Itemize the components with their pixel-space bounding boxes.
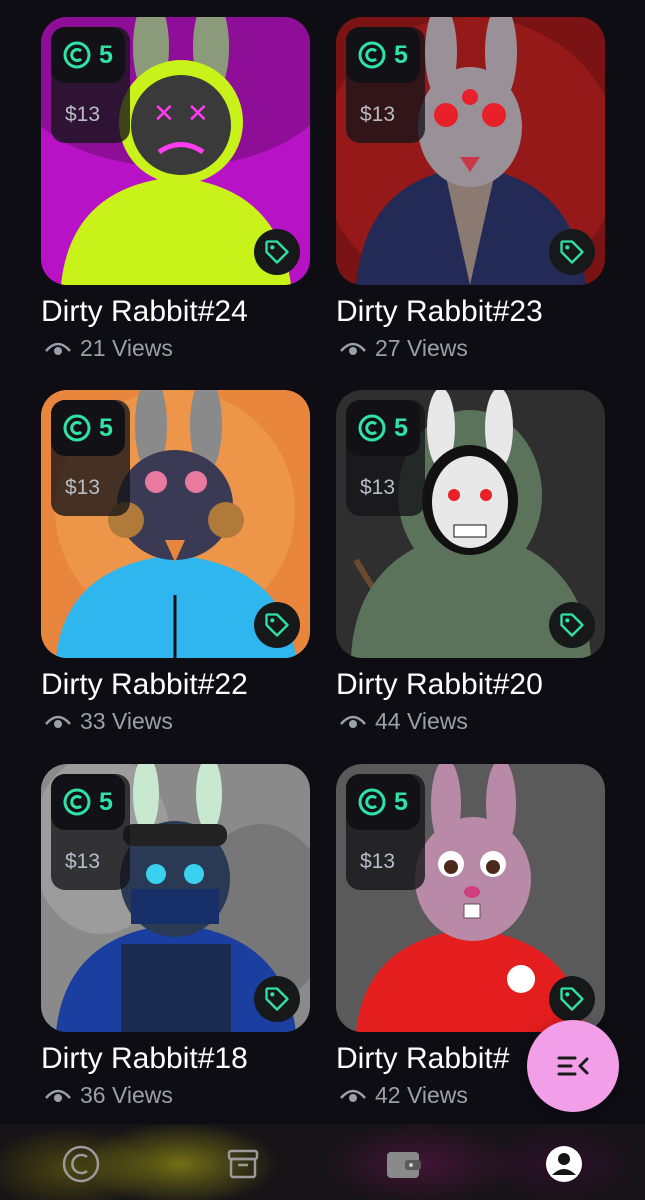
usd-price: $13 [65,476,101,499]
coin-badge: 5 [346,400,420,456]
eye-icon [45,1089,71,1102]
eye-icon [340,715,366,728]
usd-price: $13 [65,103,101,126]
coin-badge: 5 [51,400,125,456]
coin-icon [63,414,91,442]
nav-coin-tab[interactable] [59,1142,103,1186]
price-tag-button[interactable] [254,602,300,648]
coin-icon [358,788,386,816]
svg-text:✕: ✕ [153,99,175,129]
coin-badge: 5 [51,27,125,83]
tag-icon [265,240,289,264]
coin-icon [358,41,386,69]
sort-menu-icon [557,1056,589,1076]
nav-wallet-tab[interactable] [381,1142,425,1186]
coin-badge: 5 [346,27,420,83]
coin-icon [63,788,91,816]
eye-icon [45,715,71,728]
price-tag-button[interactable] [549,976,595,1022]
price-tag-button[interactable] [254,229,300,275]
nft-title[interactable]: Dirty Rabbit#24 [41,295,248,329]
nav-profile-tab[interactable] [542,1142,586,1186]
views-label: 44 Views [375,708,468,734]
coin-icon [358,414,386,442]
view-count: 27 Views [339,335,468,362]
nft-title[interactable]: Dirty Rabbit#20 [336,668,543,702]
profile-tab-icon [546,1146,582,1182]
view-count: 21 Views [44,335,173,362]
coin-value: 5 [99,413,113,442]
tag-icon [560,987,584,1011]
nft-title[interactable]: Dirty Rabbit#22 [41,668,248,702]
views-label: 42 Views [375,1082,468,1108]
view-count: 36 Views [44,1082,173,1109]
coin-badge: 5 [51,774,125,830]
nft-title[interactable]: Dirty Rabbit#23 [336,295,543,329]
view-count: 44 Views [339,708,468,735]
usd-price: $13 [360,103,396,126]
coin-icon [63,41,91,69]
wallet-tab-icon [387,1152,421,1178]
eye-icon [45,342,71,355]
views-label: 33 Views [80,708,173,734]
price-tag-button[interactable] [549,602,595,648]
coin-value: 5 [394,40,408,69]
price-tag-button[interactable] [254,976,300,1022]
tag-icon [265,987,289,1011]
coin-value: 5 [394,787,408,816]
usd-price: $13 [360,476,396,499]
archive-tab-icon [227,1149,259,1179]
svg-text:✕: ✕ [187,99,209,129]
tag-icon [560,613,584,637]
coin-tab-icon [62,1145,100,1183]
nft-title[interactable]: Dirty Rabbit#18 [41,1042,248,1076]
filter-menu-button[interactable] [527,1020,619,1112]
views-label: 21 Views [80,335,173,361]
eye-icon [340,342,366,355]
tag-icon [560,240,584,264]
usd-price: $13 [65,850,101,873]
nft-title[interactable]: Dirty Rabbit# [336,1042,509,1076]
usd-price: $13 [360,850,396,873]
eye-icon [340,1089,366,1102]
nav-archive-tab[interactable] [221,1142,265,1186]
coin-value: 5 [99,40,113,69]
tag-icon [265,613,289,637]
coin-value: 5 [99,787,113,816]
views-label: 27 Views [375,335,468,361]
bottom-nav [0,1124,645,1200]
coin-value: 5 [394,413,408,442]
coin-badge: 5 [346,774,420,830]
view-count: 33 Views [44,708,173,735]
view-count: 42 Views [339,1082,468,1109]
views-label: 36 Views [80,1082,173,1108]
price-tag-button[interactable] [549,229,595,275]
